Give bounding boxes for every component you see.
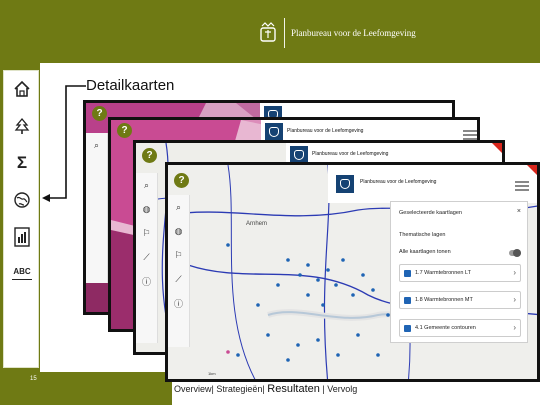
map-tool-icon[interactable]: ⚐ (136, 221, 157, 245)
scale-bar: 1km (208, 371, 216, 376)
abc-icon[interactable]: ABC (12, 264, 32, 280)
info-tool-icon[interactable]: ⓘ (168, 291, 189, 315)
emblem-icon (265, 123, 283, 141)
help-button[interactable]: ? (92, 106, 107, 121)
open-all-toggle[interactable] (509, 249, 521, 257)
app-header: Planbureau voor de Leefomgeving (328, 165, 537, 203)
chevron-right-icon[interactable]: › (513, 268, 516, 277)
map-toolbar: ⌕ (86, 133, 108, 283)
city-label: Arnhem (246, 221, 268, 227)
footer-separator: | (322, 384, 325, 394)
corner-marker (527, 165, 537, 175)
tree-icon[interactable] (12, 116, 32, 136)
search-tool-icon[interactable]: ⌕ (86, 133, 107, 157)
corner-marker (492, 143, 502, 153)
slide-title: Detailkaarten (86, 77, 175, 94)
map-toolbar: ⌕ ◍ ⚐ ⟋ ⓘ (136, 173, 158, 343)
page-number: 15 (30, 376, 37, 382)
menu-icon[interactable] (463, 130, 477, 140)
logo-divider (284, 18, 285, 48)
checkbox-icon[interactable] (404, 270, 411, 277)
measure-tool-icon[interactable]: ⟋ (136, 245, 157, 269)
help-button[interactable]: ? (117, 123, 132, 138)
footer-link-overview[interactable]: Overview (174, 384, 212, 394)
layers-tool-icon[interactable]: ◍ (168, 219, 189, 243)
brand-name: Planbureau voor de Leefomgeving (291, 28, 416, 38)
layer-item-label: 4.1 Gemeente contouren (415, 325, 476, 331)
search-tool-icon[interactable]: ⌕ (136, 173, 157, 197)
footer-link-resultaten[interactable]: Resultaten (267, 383, 320, 395)
map-tool-icon[interactable]: ⚐ (168, 243, 189, 267)
search-tool-icon[interactable]: ⌕ (168, 195, 189, 219)
emblem-icon (336, 175, 354, 193)
footer-separator: | (262, 384, 265, 394)
checkbox-icon[interactable] (404, 297, 411, 304)
open-all-layers-label: Alle kaartlagen tonen (399, 249, 451, 255)
footer-navigation: Overview| Strategieën| Resultaten | Verv… (174, 383, 357, 395)
footer-link-strategieen[interactable]: Strategieën (216, 384, 262, 394)
pbl-logo: Planbureau voor de Leefomgeving (258, 18, 416, 48)
layer-item-label: 1.8 Warmtebronnen MT (415, 297, 473, 303)
chevron-right-icon[interactable]: › (513, 323, 516, 332)
footer-separator: | (211, 384, 214, 394)
measure-tool-icon[interactable]: ⟋ (168, 267, 189, 291)
document-chart-icon[interactable] (12, 227, 32, 247)
layer-item[interactable]: 4.1 Gemeente contouren › (399, 319, 521, 337)
info-tool-icon[interactable]: ⓘ (136, 269, 157, 293)
side-navigation: Σ ABC (3, 70, 39, 368)
map-toolbar: ⌕ ◍ ⚐ ⟋ ⓘ (168, 195, 190, 347)
globe-icon[interactable] (12, 190, 32, 210)
layers-tool-icon[interactable]: ◍ (136, 197, 157, 221)
chevron-right-icon[interactable]: › (513, 295, 516, 304)
sigma-icon[interactable]: Σ (12, 153, 32, 173)
menu-icon[interactable] (515, 181, 529, 191)
app-header-title: Planbureau voor de Leefomgeving (360, 179, 437, 185)
app-header-title: Planbureau voor de Leefomgeving (287, 128, 364, 134)
checkbox-icon[interactable] (404, 325, 411, 332)
crown-emblem-icon (260, 22, 276, 42)
layer-item[interactable]: 1.7 Warmtebronnen LT › (399, 264, 521, 282)
home-icon[interactable] (12, 79, 32, 99)
thematic-layers-heading: Thematische lagen (399, 232, 446, 238)
footer-link-vervolg[interactable]: Vervolg (327, 384, 357, 394)
layer-panel: Geselecteerde kaartlagen × Thematische l… (390, 201, 528, 343)
help-button[interactable]: ? (142, 148, 157, 163)
layer-item[interactable]: 1.8 Warmtebronnen MT › (399, 291, 521, 309)
close-icon[interactable]: × (517, 208, 521, 215)
layer-item-label: 1.7 Warmtebronnen LT (415, 270, 471, 276)
help-button[interactable]: ? (174, 173, 189, 188)
layer-panel-title: Geselecteerde kaartlagen (399, 210, 462, 216)
app-header-title: Planbureau voor de Leefomgeving (312, 151, 389, 157)
